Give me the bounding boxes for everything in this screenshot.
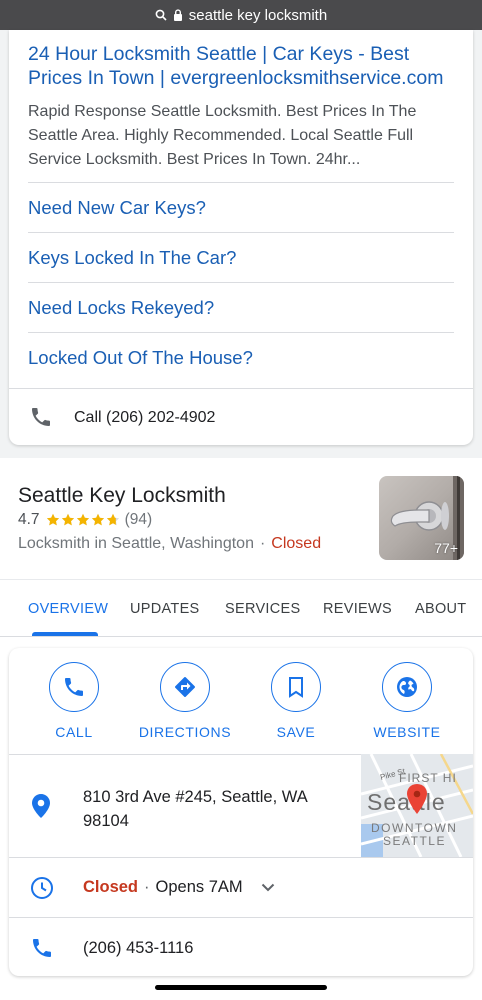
business-tabs: OVERVIEW UPDATES SERVICES REVIEWS ABOUT [0,579,482,637]
save-label: SAVE [276,724,316,740]
rating-stars [46,513,121,527]
map-district-label: FIRST HI [399,771,457,785]
business-category-line: Locksmith in Seattle, Washington · Closed [18,535,321,553]
sitelink-locked-out[interactable]: Locked Out Of The House? [28,332,454,382]
rating-value: 4.7 [18,511,40,528]
tab-services[interactable]: SERVICES [225,580,300,637]
sitelink-new-car-keys[interactable]: Need New Car Keys? [28,182,454,232]
business-name[interactable]: Seattle Key Locksmith [18,484,226,508]
divider [9,917,473,918]
star-icon [76,513,89,526]
active-tab-indicator [32,632,98,636]
star-icon [46,513,59,526]
hours-next: Opens 7AM [155,878,243,896]
search-icon [155,9,167,21]
business-photo[interactable]: 77+ [379,476,464,560]
map-image: Pike St FIRST HI Seattle DOWNTOWN SEATTL… [361,754,473,857]
business-address[interactable]: 810 3rd Ave #245, Seattle, WA 98104 [83,785,353,833]
url-query: seattle key locksmith [188,6,328,24]
phone-icon [32,408,50,426]
tab-updates[interactable]: UPDATES [130,580,200,637]
website-label: WEBSITE [373,724,441,740]
sitelink-keys-locked[interactable]: Keys Locked In The Car? [28,232,454,282]
sitelink-locks-rekeyed[interactable]: Need Locks Rekeyed? [28,282,454,332]
browser-url-bar[interactable]: seattle key locksmith [0,0,482,30]
star-icon [91,513,104,526]
business-phone[interactable]: (206) 453-1116 [83,939,193,958]
save-button[interactable]: SAVE [241,662,351,740]
tab-about[interactable]: ABOUT [415,580,466,637]
tab-overview[interactable]: OVERVIEW [28,580,108,637]
directions-button[interactable]: DIRECTIONS [130,662,240,740]
separator-dot: · [259,535,266,552]
phone-icon [65,678,83,696]
lock-icon [173,9,182,21]
hours-row[interactable]: Closed · Opens 7AM [83,878,275,897]
map-city-label: Seattle [367,789,446,815]
bookmark-icon [289,677,303,698]
divider [9,857,473,858]
website-button[interactable]: WEBSITE [352,662,462,740]
ad-title-link[interactable]: 24 Hour Locksmith Seattle | Car Keys - B… [28,42,448,90]
photo-count: 77+ [434,540,458,556]
home-indicator[interactable] [155,985,327,990]
star-icon [61,513,74,526]
business-category: Locksmith in Seattle, Washington [18,535,254,552]
ad-call-button[interactable]: Call (206) 202-4902 [9,388,473,445]
ad-card: 24 Hour Locksmith Seattle | Car Keys - B… [9,30,473,445]
chevron-down-icon[interactable] [261,883,275,892]
call-label: CALL [55,724,93,740]
map-thumbnail[interactable]: Pike St FIRST HI Seattle DOWNTOWN SEATTL… [361,754,473,857]
map-seattle-label: SEATTLE [383,834,446,848]
separator-dot: · [144,878,150,896]
clock-icon [31,877,53,899]
tab-reviews[interactable]: REVIEWS [323,580,392,637]
review-count: (94) [124,511,153,528]
location-pin-icon [32,794,50,818]
globe-icon [397,677,417,697]
call-button[interactable]: CALL [19,662,129,740]
phone-icon [33,939,51,957]
hours-status: Closed [83,878,139,896]
business-status: Closed [271,535,322,552]
directions-icon [175,677,195,697]
ad-description: Rapid Response Seattle Locksmith. Best P… [28,103,417,168]
business-rating[interactable]: 4.7 (94) [18,511,152,529]
star-icon [106,513,119,526]
ad-call-label: Call (206) 202-4902 [74,409,216,426]
directions-label: DIRECTIONS [138,724,232,740]
map-downtown-label: DOWNTOWN [371,821,457,835]
overview-panel: CALL DIRECTIONS SAVE WEBSITE 810 3rd Ave… [9,648,473,976]
